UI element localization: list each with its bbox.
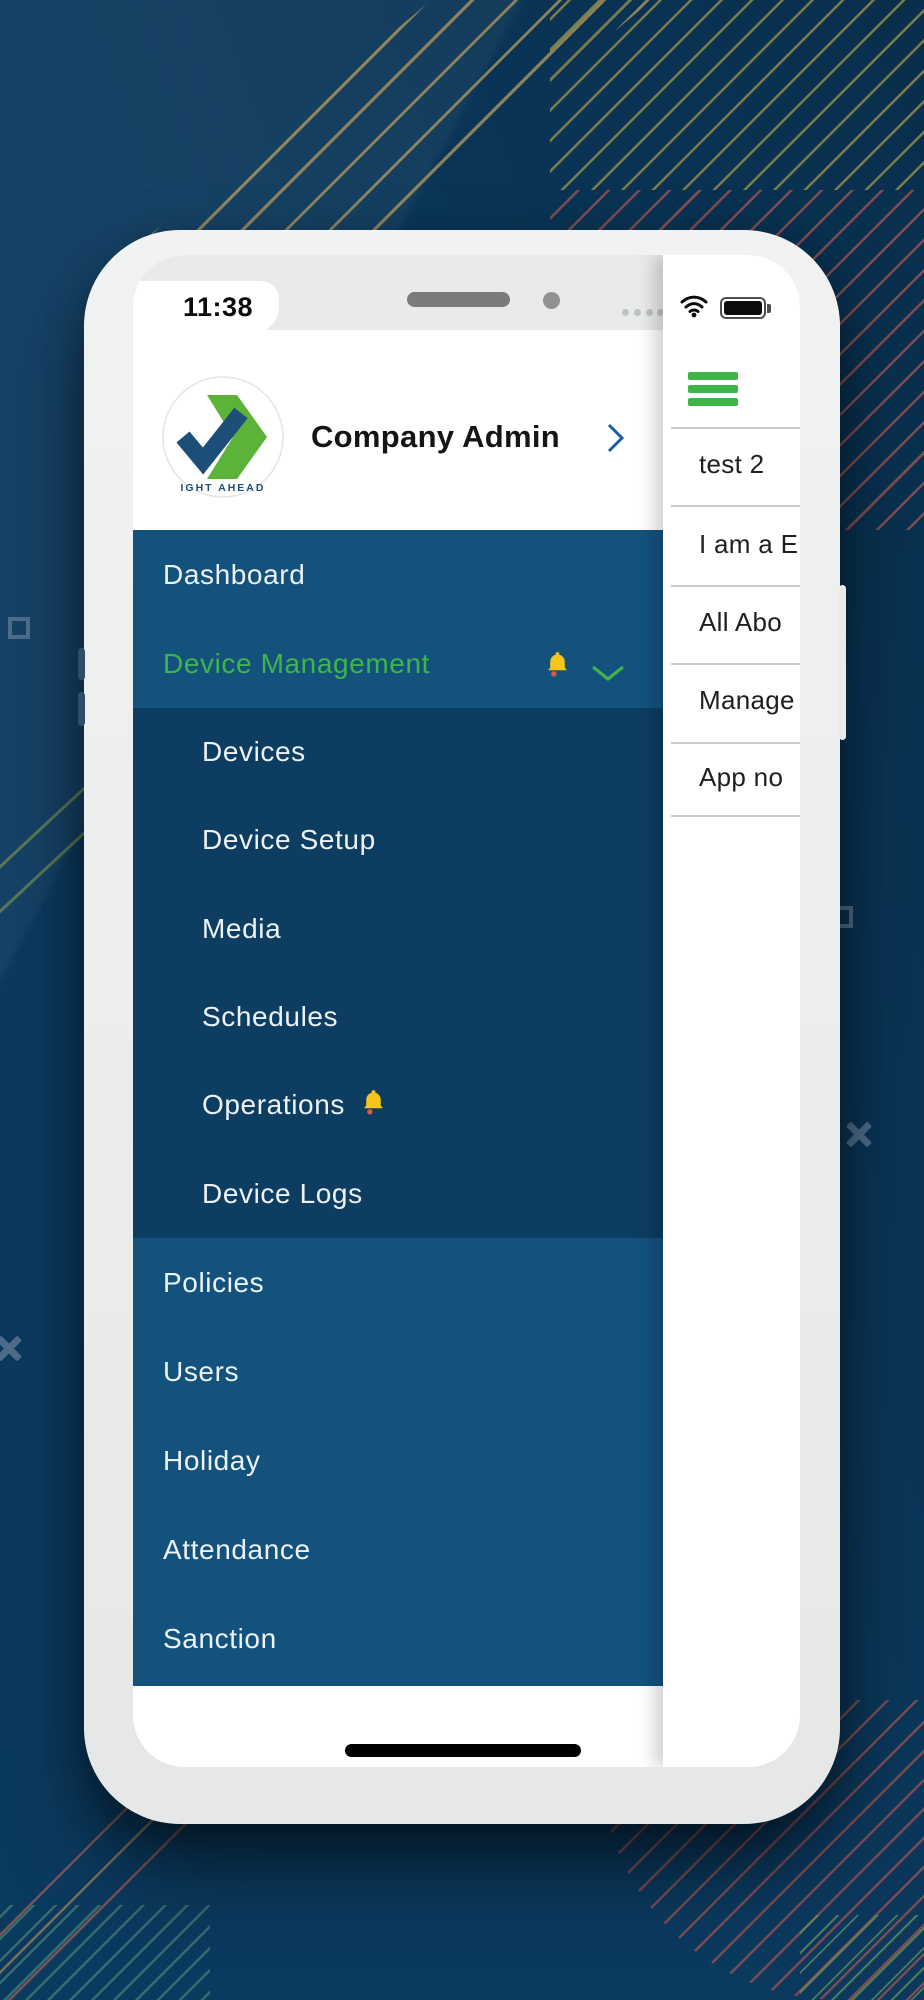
drawer-item-policies[interactable]: Policies — [133, 1238, 663, 1327]
submenu-item-operations[interactable]: Operations — [133, 1061, 663, 1149]
drawer-item-dashboard[interactable]: Dashboard — [133, 530, 663, 619]
chevron-right-icon[interactable] — [607, 423, 625, 458]
speaker-grille — [407, 292, 510, 307]
device-management-submenu: Devices Device Setup Media Schedules Ope… — [133, 708, 663, 1238]
volume-up-button — [78, 648, 85, 680]
cross-decoration — [0, 1334, 23, 1362]
menu-hamburger-icon[interactable] — [688, 372, 738, 411]
drawer-item-device-management[interactable]: Device Management — [133, 619, 663, 708]
panel-item-manage[interactable]: Manage — [699, 685, 795, 716]
divider — [671, 742, 800, 744]
wifi-icon — [680, 295, 708, 323]
company-logo: IGHT AHEAD — [161, 375, 285, 499]
drawer-item-users[interactable]: Users — [133, 1327, 663, 1416]
panel-item-i-am-a[interactable]: I am a E — [699, 529, 798, 560]
status-bar-time-area: 11:38 — [133, 281, 279, 333]
hatch-corner-teal — [0, 1905, 210, 2000]
page-background: 11:38 IGHT AHEAD Company Admin Dashboard… — [0, 0, 924, 2000]
submenu-item-media[interactable]: Media — [133, 885, 663, 973]
camera-dot — [543, 292, 560, 309]
signal-dot — [634, 309, 641, 316]
power-button — [839, 585, 846, 740]
divider — [671, 585, 800, 587]
profile-name[interactable]: Company Admin — [311, 419, 560, 455]
submenu-item-devices[interactable]: Devices — [133, 708, 663, 796]
hatch-olive — [550, 0, 924, 190]
navigation-drawer: Dashboard Device Management Devices Devi… — [133, 530, 663, 1686]
drawer-item-sanction[interactable]: Sanction — [133, 1594, 663, 1683]
home-indicator[interactable] — [345, 1744, 581, 1757]
content-page-panel: test 2 I am a E All Abo Manage App no — [663, 255, 800, 1767]
divider — [671, 663, 800, 665]
battery-icon — [720, 297, 771, 319]
panel-item-all-about[interactable]: All Abo — [699, 607, 782, 638]
bell-icon — [361, 1088, 386, 1122]
submenu-item-device-setup[interactable]: Device Setup — [133, 796, 663, 884]
divider — [671, 815, 800, 817]
clock-time: 11:38 — [183, 292, 254, 322]
signal-dot — [622, 309, 629, 316]
volume-down-button — [78, 692, 85, 726]
drawer-item-attendance[interactable]: Attendance — [133, 1505, 663, 1594]
submenu-item-schedules[interactable]: Schedules — [133, 973, 663, 1061]
submenu-item-device-logs[interactable]: Device Logs — [133, 1150, 663, 1238]
phone-screen: 11:38 IGHT AHEAD Company Admin Dashboard… — [133, 255, 800, 1767]
cross-decoration — [845, 1120, 873, 1148]
chevron-down-icon[interactable] — [591, 657, 625, 689]
logo-caption: IGHT AHEAD — [181, 482, 266, 494]
divider — [671, 427, 800, 429]
phone-mockup: 11:38 IGHT AHEAD Company Admin Dashboard… — [78, 230, 846, 1824]
bell-icon — [545, 650, 570, 684]
panel-item-test-2[interactable]: test 2 — [699, 449, 764, 480]
signal-dot — [646, 309, 653, 316]
panel-item-app-no[interactable]: App no — [699, 762, 783, 793]
drawer-item-holiday[interactable]: Holiday — [133, 1416, 663, 1505]
hatch-corner-green — [800, 1915, 924, 2000]
divider — [671, 505, 800, 507]
square-outline-decoration — [8, 617, 30, 639]
